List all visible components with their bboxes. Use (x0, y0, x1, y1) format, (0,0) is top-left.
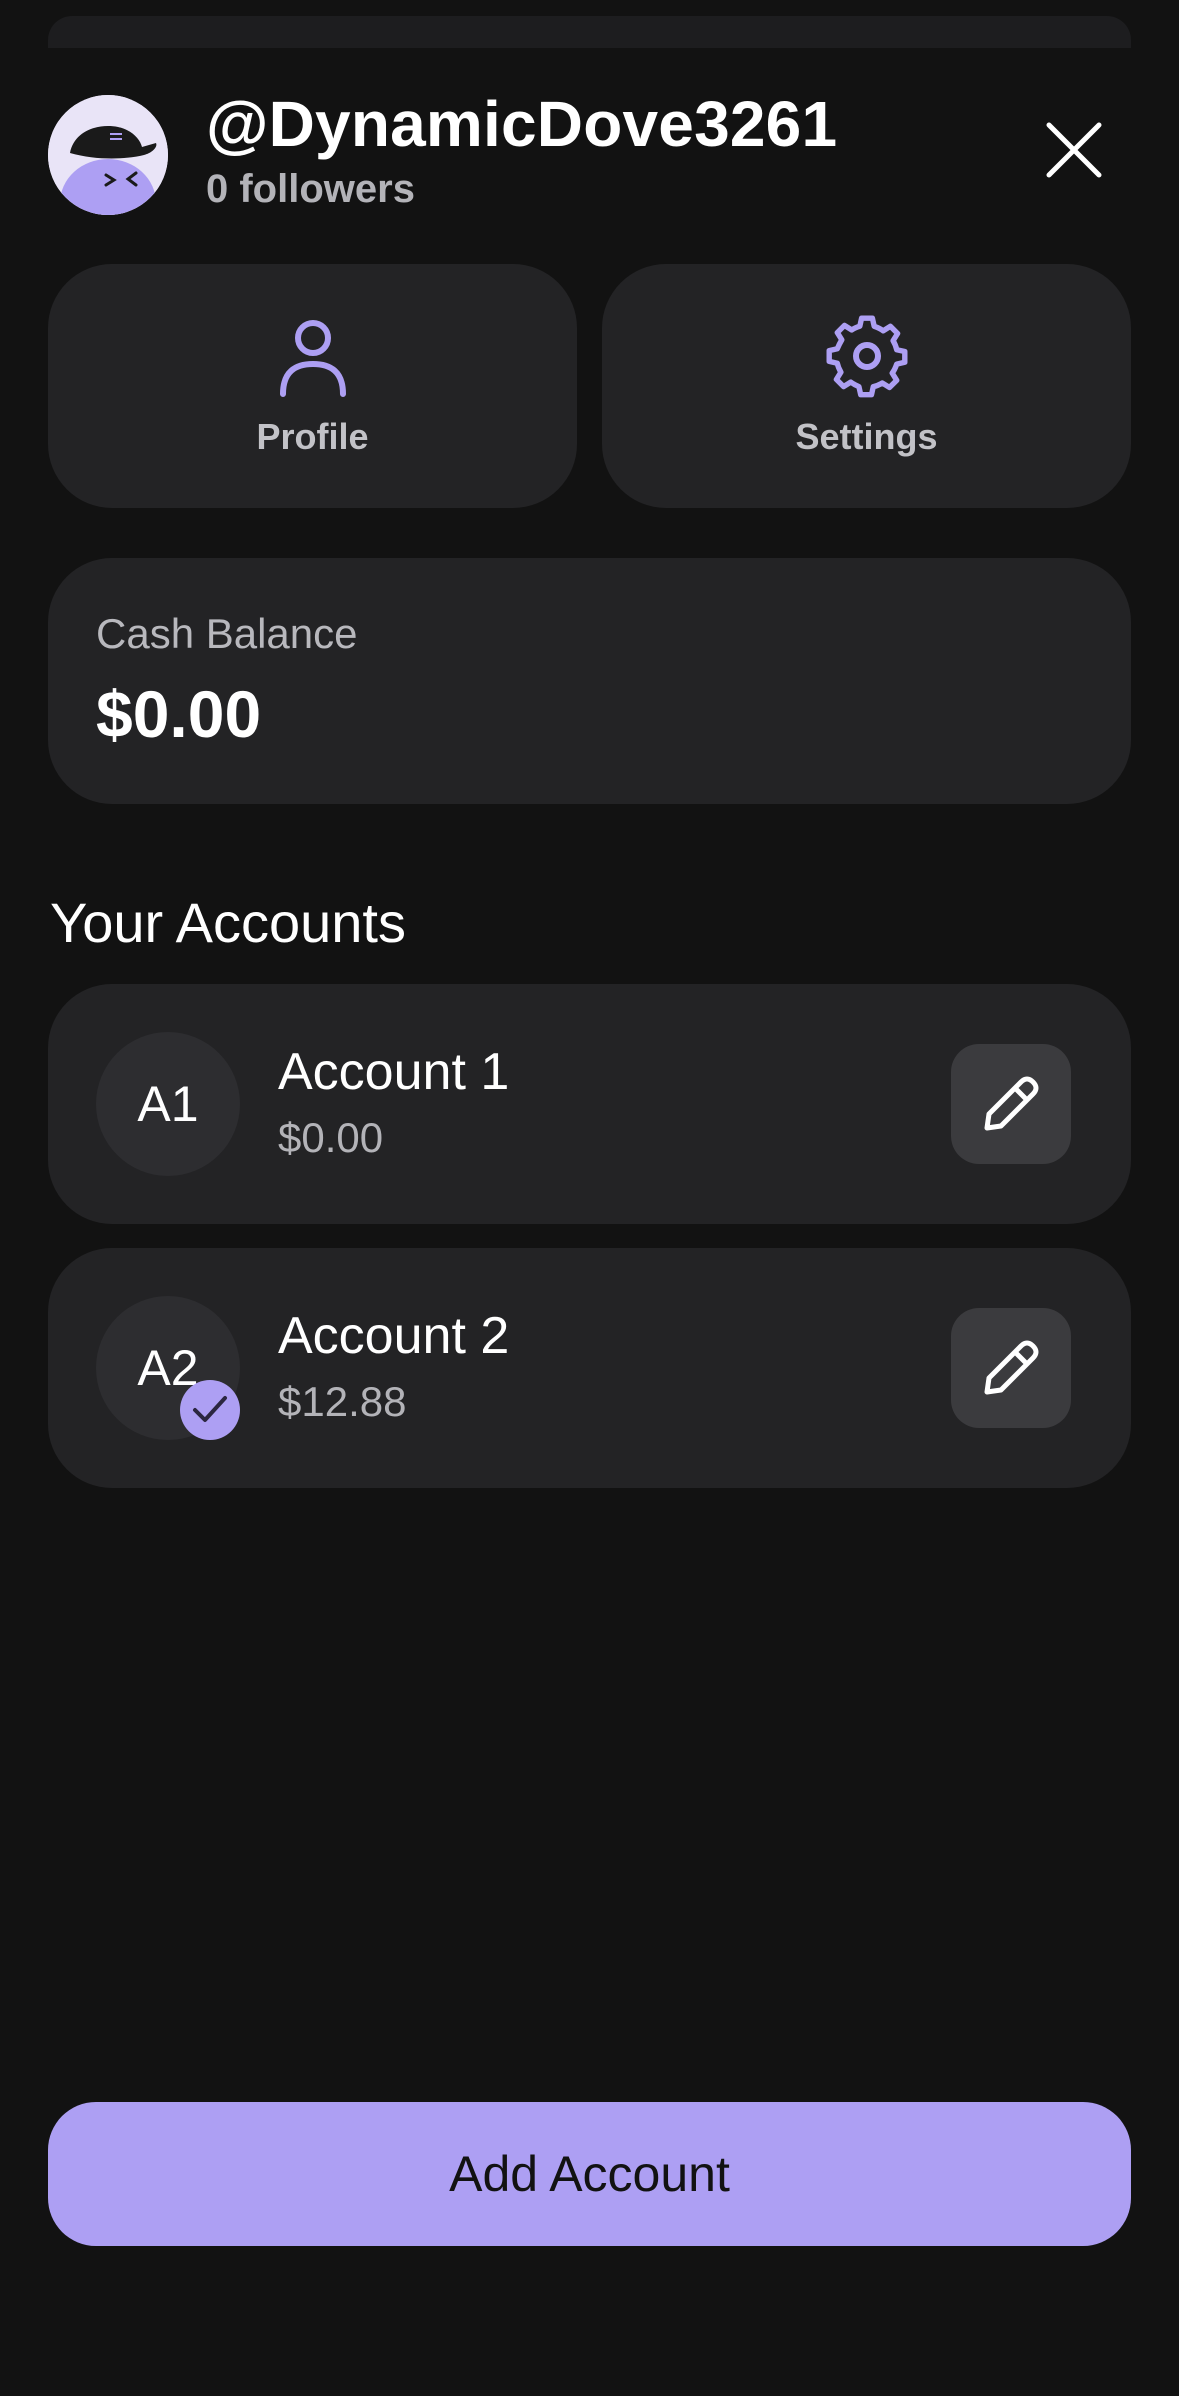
cash-balance-card: Cash Balance $0.00 (48, 558, 1131, 804)
accounts-section-title: Your Accounts (50, 891, 406, 954)
cash-balance-label: Cash Balance (96, 610, 358, 657)
account-amount: $12.88 (278, 1378, 407, 1425)
profile-button[interactable]: Profile (48, 264, 577, 508)
edit-account-button[interactable] (951, 1308, 1071, 1428)
account-name: Account 2 (278, 1307, 510, 1365)
add-account-button[interactable]: Add Account (48, 2102, 1131, 2246)
settings-button[interactable]: Settings (602, 264, 1131, 508)
edit-account-button[interactable] (951, 1044, 1071, 1164)
pencil-icon (984, 1340, 1039, 1395)
selected-badge (180, 1380, 240, 1440)
profile-label: Profile (256, 416, 369, 457)
user-avatar (48, 95, 168, 215)
settings-label: Settings (795, 416, 938, 457)
user-header: @DynamicDove3261 0 followers (48, 88, 1131, 215)
account-avatar: A1 (96, 1032, 240, 1176)
check-icon (193, 1396, 227, 1422)
close-button[interactable] (1045, 121, 1103, 179)
sheet-top-edge (48, 16, 1131, 48)
cash-balance-value: $0.00 (96, 677, 262, 751)
person-icon (279, 320, 346, 397)
dove-avatar-icon (48, 95, 168, 215)
gear-icon (825, 315, 908, 398)
account-row[interactable]: A2 Account 2 $12.88 (48, 1248, 1131, 1488)
followers-count: 0 followers (206, 167, 415, 211)
username: @DynamicDove3261 (206, 88, 838, 160)
account-row[interactable]: A1 Account 1 $0.00 (48, 984, 1131, 1224)
close-icon (1046, 122, 1102, 178)
account-name: Account 1 (278, 1043, 510, 1101)
pencil-icon (984, 1076, 1039, 1131)
account-amount: $0.00 (278, 1114, 384, 1161)
